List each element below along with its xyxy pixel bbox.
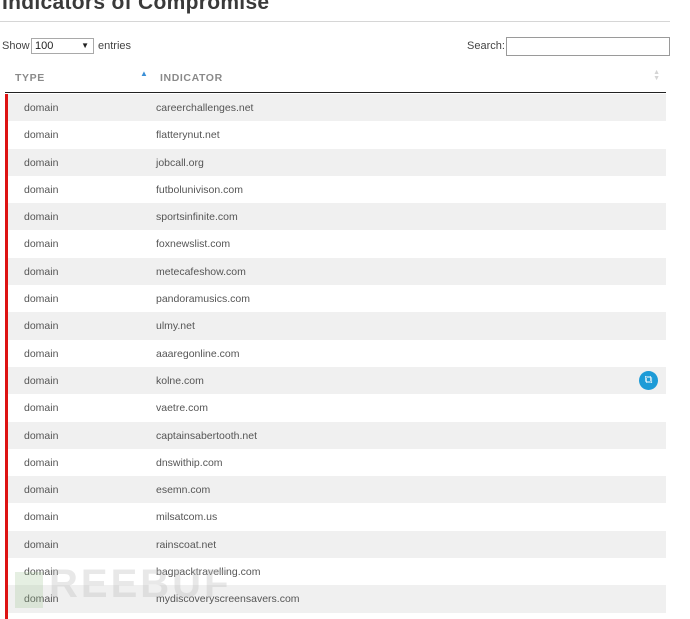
copy-icon[interactable]: ⧉ xyxy=(639,370,658,390)
cell-type: domain xyxy=(24,347,59,360)
title-divider xyxy=(0,21,670,22)
cell-indicator: esemn.com xyxy=(156,484,211,497)
cell-indicator: vaetre.com xyxy=(156,402,208,415)
cell-type: domain xyxy=(24,566,59,579)
cell-type: domain xyxy=(24,511,59,524)
table-row[interactable]: domain futbolunivison.com xyxy=(8,176,666,203)
dropdown-caret-icon: ▼ xyxy=(81,41,89,50)
cell-indicator: futbolunivison.com xyxy=(156,183,243,196)
table-row[interactable]: domain kolne.com ⧉ xyxy=(8,366,666,395)
cell-type: domain xyxy=(24,402,59,415)
page-title: Indicators of Compromise xyxy=(2,0,270,14)
cell-indicator: jobcall.org xyxy=(156,156,204,169)
table-row[interactable]: domain captainsabertooth.net xyxy=(8,421,666,449)
sort-ascending-icon[interactable]: ▲ xyxy=(140,69,148,78)
table-row[interactable]: domain pandoramusics.com xyxy=(8,285,666,312)
cell-indicator: dnswithip.com xyxy=(156,456,223,469)
table-row[interactable]: domain aaaregonline.com xyxy=(8,340,666,367)
table-row[interactable]: domain bagpacktravelling.com xyxy=(8,558,666,585)
cell-indicator: kolne.com xyxy=(156,374,204,387)
cell-indicator: metecafeshow.com xyxy=(156,265,246,278)
column-header-indicator[interactable]: INDICATOR xyxy=(160,72,223,84)
cell-indicator: milsatcom.us xyxy=(156,511,218,524)
table-row[interactable]: domain esemn.com xyxy=(8,476,666,504)
cell-type: domain xyxy=(24,484,59,497)
table-row[interactable]: domain mydiscoveryscreensavers.com xyxy=(8,585,666,613)
cell-indicator: ulmy.net xyxy=(156,320,195,333)
cell-type: domain xyxy=(24,211,59,224)
table-row[interactable]: domain metecafeshow.com xyxy=(8,257,666,286)
column-header-type[interactable]: TYPE xyxy=(15,72,45,84)
table-controls: Show 100 ▼ entries Search: xyxy=(0,37,670,57)
table-body: domain careerchallenges.net domain flattery… xyxy=(8,94,666,613)
table-row[interactable]: domain rainscoat.net xyxy=(8,530,666,559)
table-row[interactable]: domain foxnewslist.com xyxy=(8,230,666,257)
table-row[interactable]: domain careerchallenges.net xyxy=(8,94,666,122)
cell-type: domain xyxy=(24,183,59,196)
search-input[interactable] xyxy=(506,37,670,56)
table-row[interactable]: domain sportsinfinite.com xyxy=(8,203,666,231)
cell-indicator: flatterynut.net xyxy=(156,129,220,142)
cell-type: domain xyxy=(24,429,59,442)
cell-type: domain xyxy=(24,156,59,169)
cell-indicator: mydiscoveryscreensavers.com xyxy=(156,593,300,606)
table-row[interactable]: domain dnswithip.com xyxy=(8,449,666,476)
cell-indicator: rainscoat.net xyxy=(156,538,217,551)
cell-type: domain xyxy=(24,238,59,251)
cell-indicator: sportsinfinite.com xyxy=(156,211,238,224)
table-row[interactable]: domain milsatcom.us xyxy=(8,503,666,530)
entries-length-value: 100 xyxy=(35,40,54,52)
show-label: Show xyxy=(2,40,30,52)
cell-type: domain xyxy=(24,374,59,387)
table-row[interactable]: domain jobcall.org xyxy=(8,148,666,176)
cell-type: domain xyxy=(24,293,59,306)
cell-type: domain xyxy=(24,102,59,114)
sort-both-icon[interactable]: ▲ ▼ xyxy=(653,69,660,82)
cell-type: domain xyxy=(24,538,59,551)
cell-indicator: pandoramusics.com xyxy=(156,293,250,306)
table-row[interactable]: domain ulmy.net xyxy=(8,312,666,340)
cell-type: domain xyxy=(24,265,59,278)
cell-indicator: aaaregonline.com xyxy=(156,347,240,360)
cell-type: domain xyxy=(24,593,59,606)
cell-indicator: foxnewslist.com xyxy=(156,238,231,251)
entries-label: entries xyxy=(98,40,132,52)
table-row[interactable]: domain flatterynut.net xyxy=(8,121,666,148)
cell-indicator: bagpacktravelling.com xyxy=(156,566,261,579)
search-label: Search: xyxy=(467,40,505,52)
cell-type: domain xyxy=(24,129,59,142)
table-header: TYPE ▲ INDICATOR ▲ ▼ xyxy=(5,62,666,93)
cell-indicator: careerchallenges.net xyxy=(156,102,254,114)
cell-type: domain xyxy=(24,320,59,333)
cell-type: domain xyxy=(24,456,59,469)
cell-indicator: captainsabertooth.net xyxy=(156,429,257,442)
entries-length-select[interactable]: 100 ▼ xyxy=(31,38,94,54)
table-row[interactable]: domain vaetre.com xyxy=(8,394,666,421)
